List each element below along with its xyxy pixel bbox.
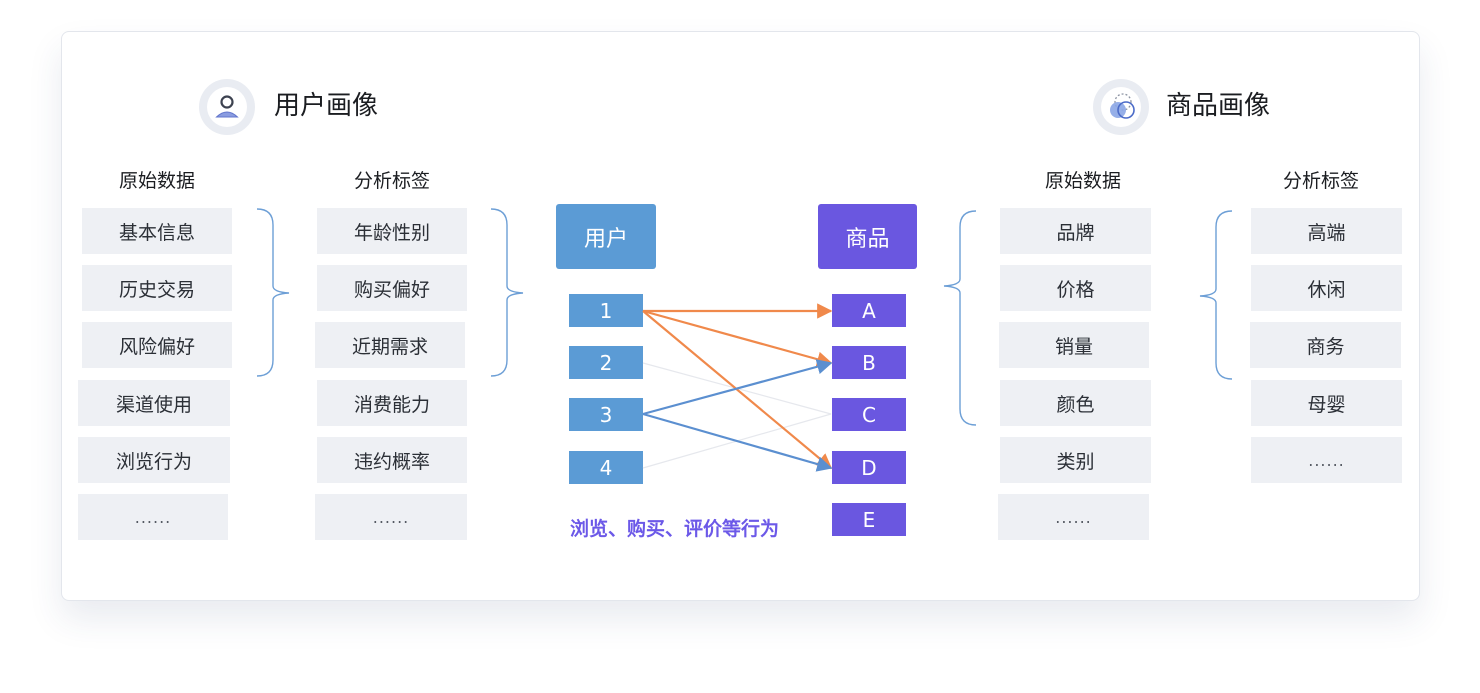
link-1-B bbox=[642, 309, 833, 367]
bracket-product-tags bbox=[1199, 210, 1233, 380]
bracket-user-tags bbox=[490, 208, 524, 377]
connector-overlay bbox=[256, 208, 1233, 472]
bracket-user-raw bbox=[256, 208, 290, 377]
bracket-product-raw bbox=[943, 210, 977, 426]
